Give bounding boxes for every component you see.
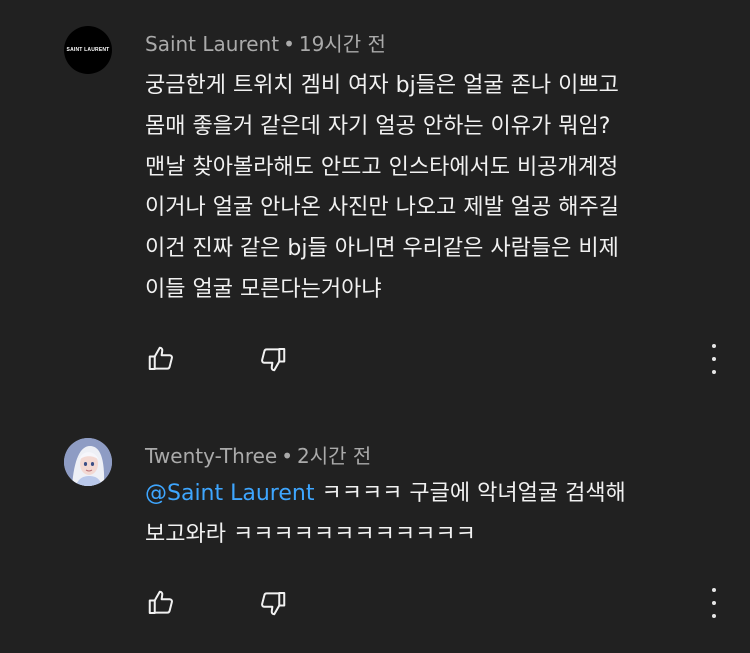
dislike-button[interactable] [257,587,289,619]
comment-meta: Twenty-Three • 2시간 전 [145,440,371,469]
more-vert-icon[interactable] [704,588,724,618]
avatar[interactable] [64,438,112,486]
thumb-up-icon [148,590,173,614]
thumb-up-icon [148,346,173,370]
avatar[interactable]: SAINT LAURENT [64,26,112,74]
comment-time: 19시간 전 [298,32,386,56]
thumb-down-icon [261,592,286,616]
comment-author[interactable]: Saint Laurent [145,32,279,56]
avatar-image [64,438,112,486]
thumb-down-icon [261,348,286,372]
comment-meta: Saint Laurent • 19시간 전 [145,28,386,57]
like-button[interactable] [145,343,177,375]
meta-separator: • [283,32,295,56]
avatar-logo-text: SAINT LAURENT [66,47,110,53]
comment-text: @Saint Laurent ㅋㅋㅋㅋ 구글에 악녀얼굴 검색해 보고와라 ㅋㅋ… [145,474,735,556]
like-button[interactable] [145,587,177,619]
mention-link[interactable]: @Saint Laurent [145,481,314,506]
comment-time: 2시간 전 [297,444,372,468]
meta-separator: • [281,444,294,468]
dislike-button[interactable] [257,343,289,375]
comment-author[interactable]: Twenty-Three [145,444,277,468]
comment-text: 궁금한게 트위치 겜비 여자 bj들은 얼굴 존나 이쁘고 몸매 좋을거 같은데… [145,73,619,302]
more-vert-icon[interactable] [704,344,724,374]
